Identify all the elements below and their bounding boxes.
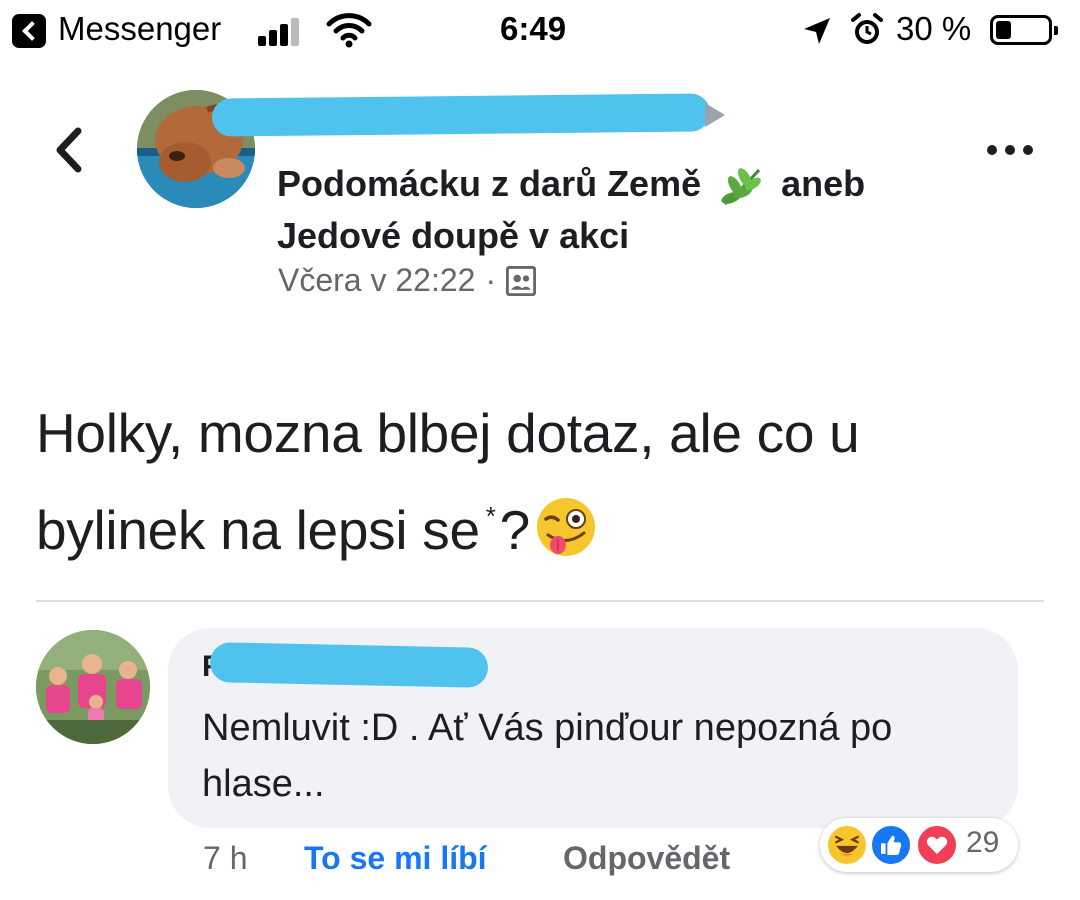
battery-icon [990, 15, 1058, 45]
comment-time: 7 h [203, 840, 248, 876]
reply-button[interactable]: Odpovědět [563, 840, 730, 877]
haha-reaction-icon [826, 824, 868, 866]
divider [36, 600, 1044, 602]
back-to-app-icon[interactable] [12, 14, 46, 48]
reactions-summary[interactable]: 29 [820, 818, 1018, 872]
group-arrow-icon [705, 103, 725, 127]
wifi-icon [326, 13, 372, 48]
cellular-signal-icon [258, 16, 308, 46]
post-text-line2: bylinek na lepsi se [36, 499, 480, 561]
more-options-icon[interactable] [985, 145, 1035, 159]
comment-text: Nemluvit :D . Ať Vás pinďour nepozná po … [202, 707, 893, 805]
post-meta: Včera v 22:22 · [278, 262, 537, 299]
like-button[interactable]: To se mi líbí [304, 840, 487, 877]
post-text-asterisk: * [485, 501, 496, 531]
like-reaction-icon [870, 824, 912, 866]
back-chevron-icon[interactable] [50, 125, 90, 175]
post-timestamp[interactable]: Včera v 22:22 [278, 262, 475, 299]
group-name-part1[interactable]: Podomácku z darů Země [277, 163, 701, 204]
alarm-clock-icon [851, 13, 883, 44]
group-name[interactable]: Podomácku z darů Země aneb Jedové doupě … [277, 158, 967, 262]
post-text-line2-container: bylinek na lepsi se *? [36, 475, 1046, 572]
audience-group-icon [506, 265, 537, 296]
battery-level-fill [996, 21, 1011, 39]
post-body: Holky, mozna blbej dotaz, ale co u bylin… [36, 392, 1046, 572]
wink-tongue-emoji [536, 498, 595, 556]
commenter-avatar[interactable] [36, 630, 150, 744]
battery-percentage: 30 % [896, 10, 972, 47]
location-arrow-icon [804, 18, 830, 44]
post-text-line1: Holky, mozna blbej dotaz, ale co u [36, 402, 860, 464]
herb-leaf-icon [721, 168, 761, 206]
post-text-end: ? [499, 499, 531, 561]
clock-time: 6:49 [500, 10, 567, 47]
redacted-author-name [211, 93, 711, 137]
reaction-count: 29 [966, 826, 1000, 859]
meta-separator: · [485, 262, 497, 298]
redacted-commenter-name [209, 642, 489, 688]
back-to-app-label[interactable]: Messenger [58, 10, 221, 48]
status-bar: Messenger 6:49 30 % [0, 0, 1080, 62]
love-reaction-icon [916, 824, 958, 866]
